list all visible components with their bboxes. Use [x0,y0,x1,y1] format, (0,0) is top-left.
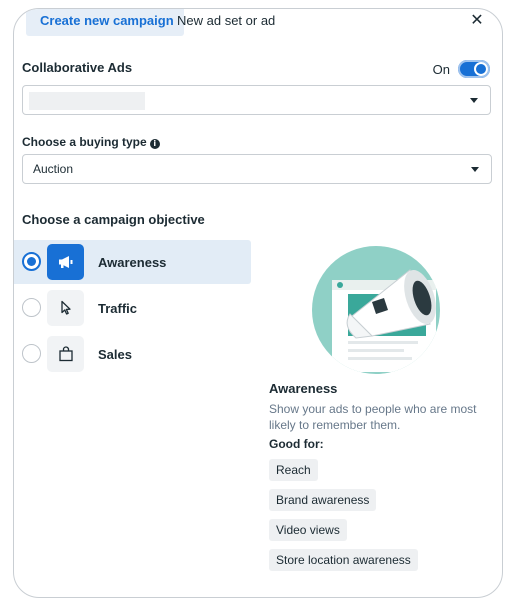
objective-sales[interactable]: Sales [14,332,251,376]
buying-type-label: Choose a buying type i [22,135,160,149]
chevron-down-icon [470,98,478,103]
good-for-chip: Reach [269,459,318,481]
tab-create-new-campaign[interactable]: Create new campaign [26,9,184,36]
megaphone-icon [47,244,84,280]
objective-list: Awareness Traffic Sales [14,240,251,378]
shopping-bag-icon [47,336,84,372]
close-icon[interactable]: ✕ [470,13,484,29]
good-for-label: Good for: [269,437,324,451]
buying-type-select[interactable]: Auction [22,154,492,184]
objective-traffic[interactable]: Traffic [14,286,251,330]
collaborative-ads-label: Collaborative Ads [22,60,133,75]
good-for-chip: Store location awareness [269,549,418,571]
good-for-chip: Brand awareness [269,489,377,511]
radio-sales[interactable] [22,344,41,363]
objective-awareness[interactable]: Awareness [14,240,251,284]
objective-label: Awareness [98,254,167,270]
radio-traffic[interactable] [22,298,41,317]
good-for-list: Reach Brand awareness Video views Store … [269,459,418,571]
objective-label: Traffic [98,300,138,316]
buying-type-label-text: Choose a buying type [22,135,147,149]
info-icon[interactable]: i [149,139,160,149]
chevron-down-icon [471,167,479,172]
collaborative-ads-toggle[interactable] [458,60,490,78]
good-for-chip: Video views [269,519,347,541]
awareness-illustration [312,240,448,380]
collaborative-ads-select[interactable] [22,85,491,115]
toggle-knob [474,62,488,76]
cursor-icon [47,290,84,326]
buying-type-value: Auction [33,162,74,176]
campaign-objective-label: Choose a campaign objective [22,212,205,227]
toggle-state-label: On [432,61,450,77]
objective-detail-title: Awareness [269,381,338,396]
create-campaign-dialog: Create new campaign New ad set or ad ✕ C… [13,8,503,598]
objective-detail-description: Show your ads to people who are most lik… [269,402,477,432]
collaborative-ads-toggle-group: On [433,60,490,78]
tab-new-ad-set-or-ad[interactable]: New ad set or ad [177,9,275,33]
radio-awareness[interactable] [22,252,41,271]
objective-label: Sales [98,346,132,362]
redacted-value [29,92,145,110]
